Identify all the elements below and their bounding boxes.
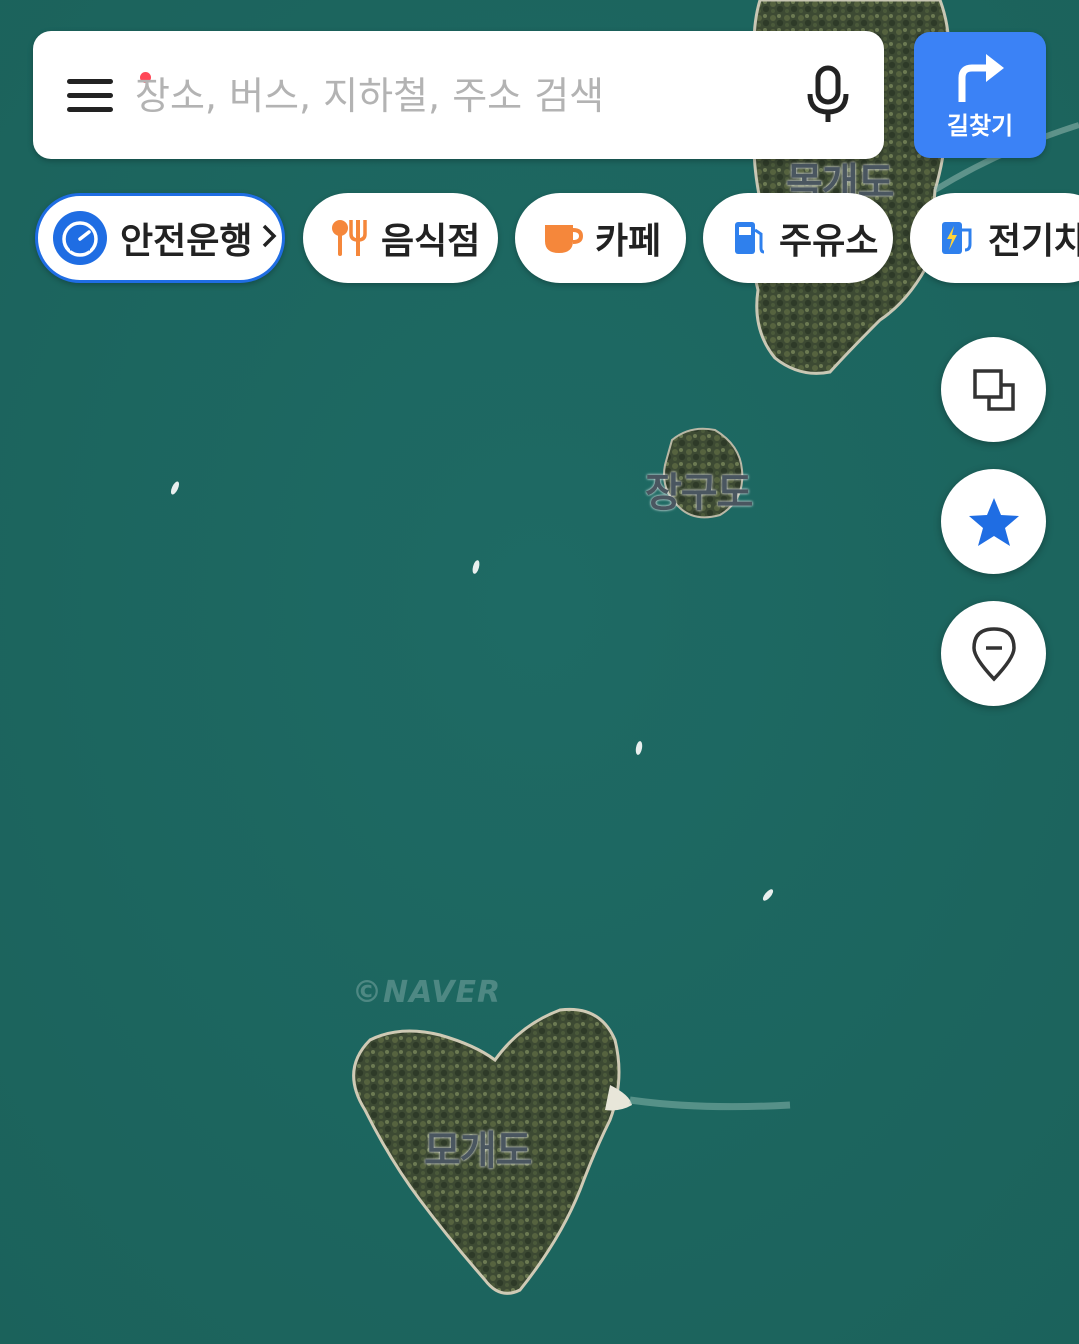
chip-label: 주유소 (779, 221, 879, 262)
speedometer-icon (52, 210, 108, 266)
chip-label: 음식점 (381, 221, 481, 262)
ev-charger-icon (940, 220, 976, 256)
turn-right-arrow-icon (958, 54, 1004, 102)
island-label-mogaedo[interactable]: 모개도 (424, 1118, 532, 1176)
directions-button[interactable]: 길찾기 (914, 32, 1046, 158)
chip-safe-driving[interactable]: 안전운행 (35, 193, 285, 283)
fork-knife-icon (331, 218, 369, 258)
gas-pump-icon (733, 220, 767, 256)
favorites-button[interactable] (941, 469, 1046, 574)
star-favorite-icon (968, 497, 1019, 546)
naver-watermark: ©NAVER (352, 975, 502, 1010)
search-input[interactable] (133, 61, 777, 131)
chip-label: 안전운행 (120, 221, 253, 262)
layers-icon (972, 368, 1015, 411)
chevron-right-icon (260, 218, 278, 259)
chip-cafe[interactable]: 카페 (515, 193, 686, 283)
search-bar[interactable] (33, 31, 884, 159)
save-location-button[interactable] (941, 601, 1046, 706)
hamburger-menu-icon[interactable] (67, 72, 151, 117)
island-label-janggudo[interactable]: 장구도 (645, 460, 753, 518)
chip-ev-charging[interactable]: 전기차 (910, 193, 1079, 283)
location-pin-icon (971, 626, 1016, 682)
coffee-cup-icon (543, 221, 583, 255)
chip-label: 카페 (595, 221, 662, 262)
directions-label: 길찾기 (946, 112, 1014, 140)
microphone-icon[interactable] (803, 65, 853, 125)
chip-gas-station[interactable]: 주유소 (703, 193, 893, 283)
chip-restaurant[interactable]: 음식점 (303, 193, 498, 283)
layers-button[interactable] (941, 337, 1046, 442)
chip-label: 전기차 (988, 221, 1079, 262)
